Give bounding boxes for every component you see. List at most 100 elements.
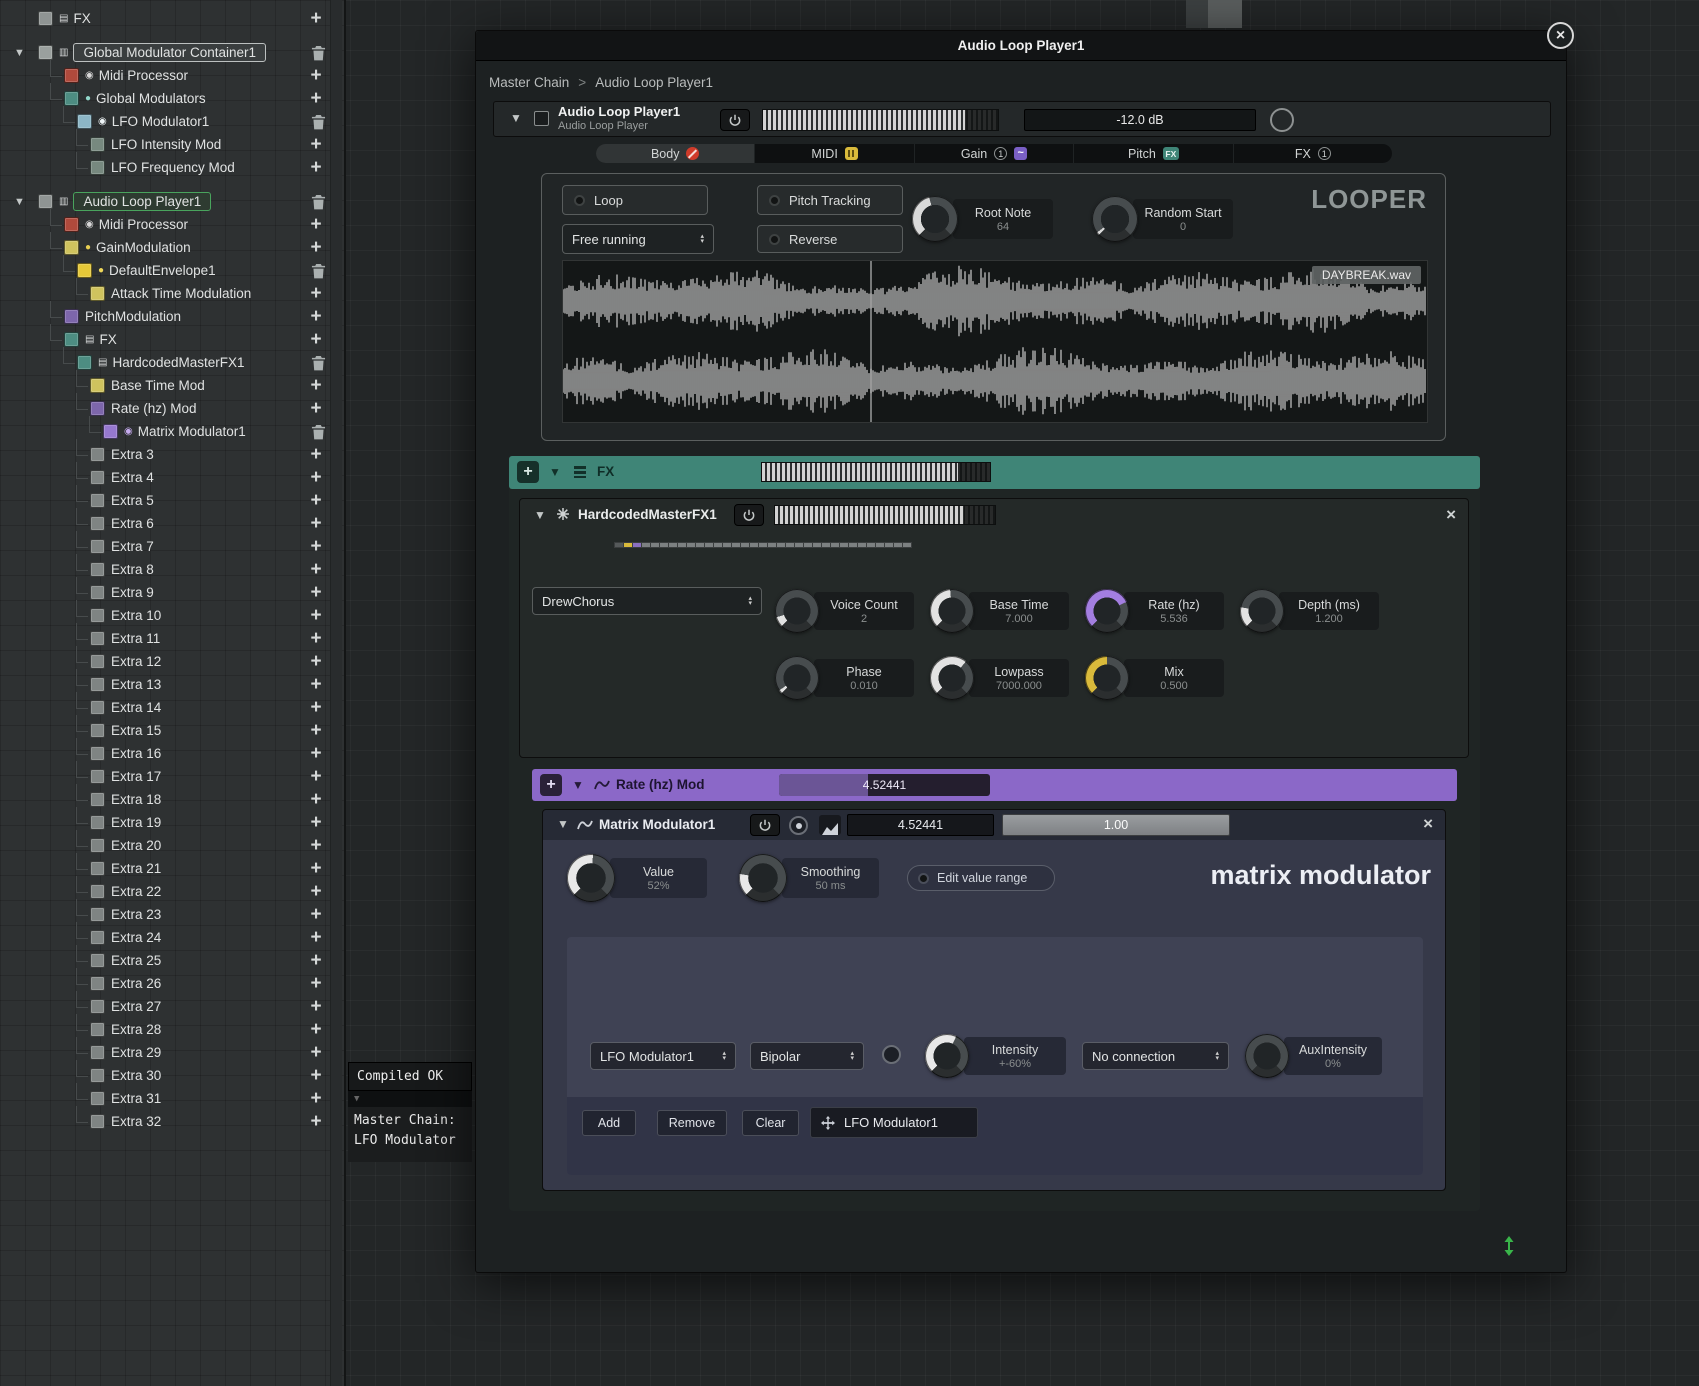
module-color-box[interactable] bbox=[90, 815, 105, 830]
module-color-box[interactable] bbox=[90, 1114, 105, 1129]
tree-item[interactable]: Attack Time Modulation bbox=[0, 278, 326, 304]
plotter-button[interactable] bbox=[819, 815, 841, 835]
matrix-bipolar-radio[interactable] bbox=[789, 816, 808, 835]
module-color-box[interactable] bbox=[90, 585, 105, 600]
tree-item[interactable]: LFO Intensity Mod bbox=[0, 129, 326, 155]
fx-slot[interactable] bbox=[857, 542, 867, 548]
tree-item[interactable]: ▤ FX bbox=[0, 324, 326, 350]
tree-item[interactable]: Rate (hz) Mod bbox=[0, 393, 326, 419]
breadcrumb-current[interactable]: Audio Loop Player1 bbox=[595, 75, 713, 90]
add-module-button[interactable] bbox=[306, 560, 326, 580]
delete-module-icon[interactable] bbox=[311, 263, 326, 279]
scrollbar-stub[interactable] bbox=[1186, 0, 1208, 28]
fx-slot[interactable] bbox=[812, 542, 822, 548]
tree-item[interactable]: Extra 10 bbox=[0, 600, 326, 626]
tree-item[interactable]: Extra 9 bbox=[0, 577, 326, 603]
balance-knob[interactable] bbox=[1270, 108, 1294, 132]
fx-slot[interactable] bbox=[641, 542, 651, 548]
fx-slot[interactable] bbox=[866, 542, 876, 548]
tree-item[interactable]: Extra 23 bbox=[0, 899, 326, 925]
add-module-button[interactable] bbox=[306, 790, 326, 810]
module-color-box[interactable] bbox=[77, 263, 92, 278]
module-checkbox[interactable] bbox=[534, 111, 549, 126]
fx-collapse-icon[interactable] bbox=[549, 465, 561, 479]
fx-parameter-knob[interactable] bbox=[775, 656, 819, 700]
play-mode-dropdown[interactable]: Free running bbox=[562, 224, 714, 254]
module-color-box[interactable] bbox=[90, 1068, 105, 1083]
module-color-box[interactable] bbox=[90, 769, 105, 784]
fx-slot[interactable] bbox=[848, 542, 858, 548]
tree-item[interactable]: Extra 5 bbox=[0, 485, 326, 511]
tree-item[interactable]: Extra 3 bbox=[0, 439, 326, 465]
fx-slot[interactable] bbox=[758, 542, 768, 548]
module-color-box[interactable] bbox=[90, 677, 105, 692]
fx-slot[interactable] bbox=[794, 542, 804, 548]
sample-waveform-display[interactable]: DAYBREAK.wav bbox=[562, 260, 1428, 423]
delete-module-icon[interactable] bbox=[311, 424, 326, 440]
module-color-box[interactable] bbox=[90, 654, 105, 669]
add-modulator-button[interactable] bbox=[540, 774, 562, 796]
tree-item[interactable]: Extra 18 bbox=[0, 784, 326, 810]
aux-intensity-knob[interactable] bbox=[1245, 1034, 1289, 1078]
fx-panel-collapse-icon[interactable] bbox=[534, 508, 546, 522]
fx-parameter-knob[interactable] bbox=[1085, 656, 1129, 700]
tree-item[interactable]: PitchModulation bbox=[0, 301, 326, 327]
power-button[interactable] bbox=[720, 109, 750, 131]
add-module-button[interactable] bbox=[306, 652, 326, 672]
module-color-box[interactable] bbox=[90, 493, 105, 508]
clear-rows-button[interactable]: Clear bbox=[742, 1110, 799, 1136]
rate-mod-value-slider[interactable]: 4.52441 bbox=[779, 774, 990, 796]
tree-item[interactable]: Extra 7 bbox=[0, 531, 326, 557]
root-note-knob[interactable] bbox=[912, 196, 958, 242]
remove-row-button[interactable]: Remove bbox=[657, 1110, 727, 1136]
fx-slot[interactable] bbox=[749, 542, 759, 548]
delete-module-icon[interactable] bbox=[311, 114, 326, 130]
module-color-box[interactable] bbox=[38, 45, 53, 60]
fx-chain-header[interactable]: FX bbox=[509, 456, 1480, 489]
fx-power-button[interactable] bbox=[734, 504, 764, 526]
add-module-button[interactable] bbox=[306, 445, 326, 465]
bypass-icon[interactable] bbox=[686, 147, 700, 160]
add-module-button[interactable] bbox=[306, 836, 326, 856]
module-color-box[interactable] bbox=[90, 1022, 105, 1037]
fx-slot[interactable] bbox=[902, 542, 912, 548]
collapse-arrow-icon[interactable] bbox=[510, 111, 522, 125]
expand-arrow-icon[interactable] bbox=[14, 196, 25, 208]
fx-slot[interactable] bbox=[830, 542, 840, 548]
module-color-box[interactable] bbox=[90, 631, 105, 646]
effect-type-dropdown[interactable]: DrewChorus bbox=[532, 587, 762, 615]
add-module-button[interactable] bbox=[306, 537, 326, 557]
module-color-box[interactable] bbox=[90, 700, 105, 715]
window-title[interactable]: Audio Loop Player1 bbox=[476, 31, 1566, 61]
tree-item[interactable]: Extra 19 bbox=[0, 807, 326, 833]
edit-value-range-toggle[interactable]: Edit value range bbox=[907, 865, 1055, 891]
module-color-box[interactable] bbox=[90, 907, 105, 922]
module-color-box[interactable] bbox=[103, 424, 118, 439]
random-start-knob[interactable] bbox=[1092, 196, 1138, 242]
module-color-box[interactable] bbox=[90, 999, 105, 1014]
fx-slot[interactable] bbox=[839, 542, 849, 548]
tree-item[interactable]: ◉ LFO Modulator1 bbox=[0, 106, 326, 132]
fx-slot[interactable] bbox=[893, 542, 903, 548]
add-module-button[interactable] bbox=[306, 905, 326, 925]
add-module-button[interactable] bbox=[306, 1020, 326, 1040]
module-color-box[interactable] bbox=[90, 378, 105, 393]
tree-item[interactable]: Extra 24 bbox=[0, 922, 326, 948]
fx-parameter-knob[interactable] bbox=[1085, 589, 1129, 633]
add-module-button[interactable] bbox=[306, 606, 326, 626]
tree-item[interactable]: ▥ Audio Loop Player1 bbox=[0, 191, 326, 212]
tree-item[interactable]: ◉ Midi Processor bbox=[0, 60, 326, 86]
add-module-button[interactable] bbox=[306, 399, 326, 419]
tree-item[interactable]: Extra 11 bbox=[0, 623, 326, 649]
fx-slot[interactable] bbox=[695, 542, 705, 548]
matrix-intensity-slider[interactable]: 1.00 bbox=[1002, 814, 1230, 836]
add-module-button[interactable] bbox=[306, 744, 326, 764]
resize-window-icon[interactable] bbox=[1501, 1236, 1517, 1256]
fx-slot[interactable] bbox=[650, 542, 660, 548]
rate-mod-collapse-icon[interactable] bbox=[572, 778, 584, 792]
add-module-button[interactable] bbox=[306, 135, 326, 155]
module-color-box[interactable] bbox=[90, 539, 105, 554]
tree-item[interactable]: Extra 14 bbox=[0, 692, 326, 718]
tree-item[interactable]: ◉ Midi Processor bbox=[0, 209, 326, 235]
module-color-box[interactable] bbox=[90, 470, 105, 485]
